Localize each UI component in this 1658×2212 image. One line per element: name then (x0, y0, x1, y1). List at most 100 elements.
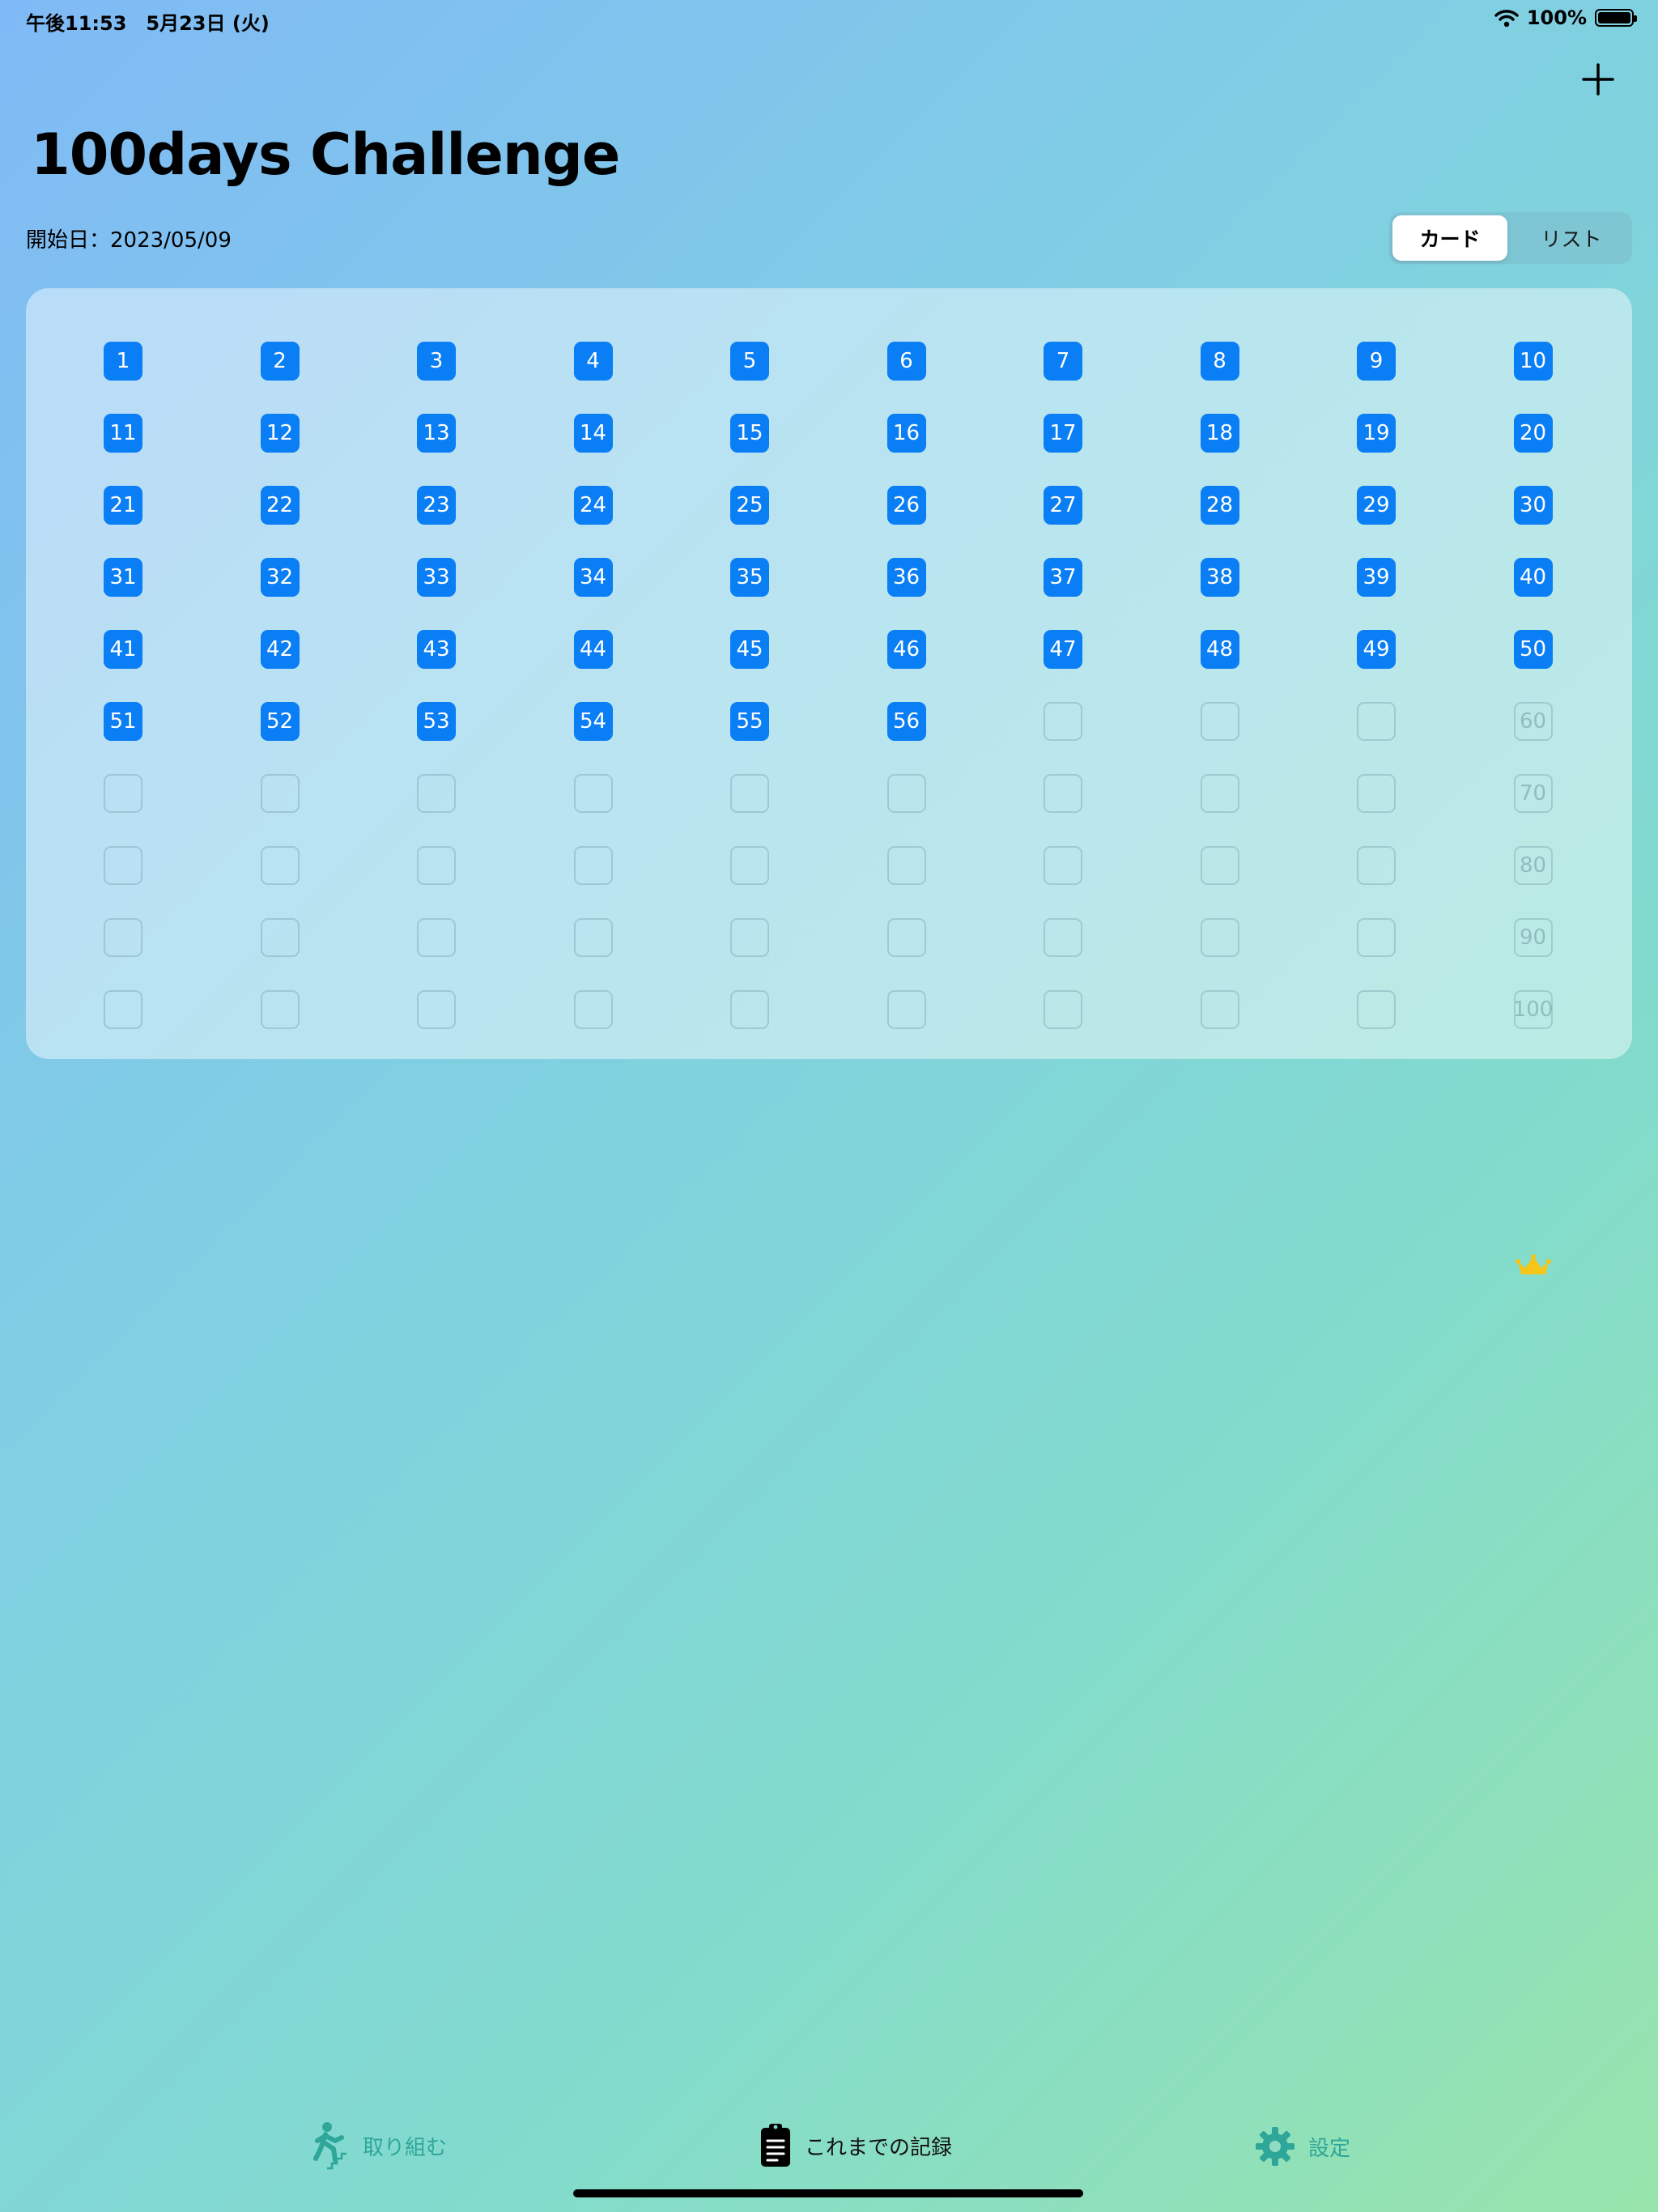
day-cell-completed[interactable]: 6 (886, 342, 926, 381)
day-cell-completed[interactable]: 48 (1200, 630, 1239, 669)
day-cell-pending[interactable]: 60 (1513, 702, 1553, 741)
day-cell-pending[interactable] (104, 774, 142, 813)
tab-settings[interactable]: 設定 (1255, 2126, 1350, 2167)
day-cell-completed[interactable]: 1 (104, 342, 142, 381)
day-cell-pending[interactable] (104, 918, 142, 957)
day-cell-completed[interactable]: 12 (260, 414, 300, 453)
day-cell-completed[interactable]: 27 (1044, 486, 1082, 525)
day-cell-pending[interactable] (1357, 702, 1396, 741)
day-cell-pending[interactable]: 80 (1513, 846, 1553, 885)
day-cell-completed[interactable]: 49 (1357, 630, 1396, 669)
day-cell-pending[interactable] (730, 774, 769, 813)
day-cell-pending[interactable] (886, 846, 926, 885)
day-cell-pending[interactable] (260, 774, 300, 813)
day-cell-completed[interactable]: 13 (417, 414, 456, 453)
day-cell-pending[interactable] (886, 918, 926, 957)
day-cell-completed[interactable]: 36 (886, 558, 926, 597)
day-cell-pending[interactable] (730, 846, 769, 885)
day-cell-completed[interactable]: 2 (260, 342, 300, 381)
tab-challenge[interactable]: 取り組む (311, 2121, 447, 2170)
day-cell-completed[interactable]: 40 (1513, 558, 1553, 597)
day-cell-completed[interactable]: 54 (573, 702, 613, 741)
day-cell-completed[interactable]: 51 (104, 702, 142, 741)
day-cell-pending[interactable]: 100 (1513, 990, 1553, 1029)
day-cell-pending[interactable] (260, 918, 300, 957)
day-cell-completed[interactable]: 17 (1044, 414, 1082, 453)
day-cell-completed[interactable]: 15 (730, 414, 769, 453)
day-cell-completed[interactable]: 22 (260, 486, 300, 525)
day-cell-completed[interactable]: 24 (573, 486, 613, 525)
day-cell-completed[interactable]: 42 (260, 630, 300, 669)
day-cell-completed[interactable]: 19 (1357, 414, 1396, 453)
day-cell-pending[interactable] (417, 774, 456, 813)
day-cell-pending[interactable] (260, 990, 300, 1029)
day-cell-pending[interactable] (1044, 774, 1082, 813)
day-cell-completed[interactable]: 32 (260, 558, 300, 597)
day-cell-pending[interactable] (886, 990, 926, 1029)
day-cell-pending[interactable] (417, 990, 456, 1029)
day-cell-pending[interactable] (1200, 702, 1239, 741)
day-cell-pending[interactable] (886, 774, 926, 813)
day-cell-pending[interactable] (1357, 990, 1396, 1029)
day-cell-pending[interactable] (1200, 774, 1239, 813)
day-cell-completed[interactable]: 39 (1357, 558, 1396, 597)
day-cell-pending[interactable] (573, 846, 613, 885)
day-cell-pending[interactable] (1357, 918, 1396, 957)
day-cell-completed[interactable]: 37 (1044, 558, 1082, 597)
day-cell-pending[interactable] (1044, 702, 1082, 741)
day-cell-pending[interactable] (1200, 918, 1239, 957)
day-cell-completed[interactable]: 52 (260, 702, 300, 741)
day-cell-pending[interactable] (1357, 774, 1396, 813)
day-cell-pending[interactable] (1044, 918, 1082, 957)
day-cell-completed[interactable]: 50 (1513, 630, 1553, 669)
day-cell-pending[interactable] (417, 918, 456, 957)
day-cell-pending[interactable] (417, 846, 456, 885)
day-cell-completed[interactable]: 14 (573, 414, 613, 453)
day-cell-pending[interactable] (730, 990, 769, 1029)
day-cell-completed[interactable]: 25 (730, 486, 769, 525)
segment-card[interactable]: カード (1392, 215, 1507, 261)
day-cell-pending[interactable] (573, 990, 613, 1029)
day-cell-completed[interactable]: 16 (886, 414, 926, 453)
day-cell-completed[interactable]: 35 (730, 558, 769, 597)
day-cell-pending[interactable] (1357, 846, 1396, 885)
day-cell-completed[interactable]: 7 (1044, 342, 1082, 381)
day-cell-completed[interactable]: 34 (573, 558, 613, 597)
add-button[interactable] (1577, 58, 1619, 100)
day-cell-completed[interactable]: 28 (1200, 486, 1239, 525)
day-cell-pending[interactable]: 70 (1513, 774, 1553, 813)
day-cell-pending[interactable] (1044, 990, 1082, 1029)
day-cell-pending[interactable] (730, 918, 769, 957)
day-cell-pending[interactable] (1200, 990, 1239, 1029)
day-cell-completed[interactable]: 30 (1513, 486, 1553, 525)
day-cell-pending[interactable]: 90 (1513, 918, 1553, 957)
day-cell-completed[interactable]: 31 (104, 558, 142, 597)
day-cell-completed[interactable]: 45 (730, 630, 769, 669)
day-cell-pending[interactable] (1200, 846, 1239, 885)
day-cell-completed[interactable]: 11 (104, 414, 142, 453)
day-cell-completed[interactable]: 26 (886, 486, 926, 525)
day-cell-completed[interactable]: 21 (104, 486, 142, 525)
day-cell-completed[interactable]: 5 (730, 342, 769, 381)
day-cell-pending[interactable] (573, 918, 613, 957)
day-cell-completed[interactable]: 18 (1200, 414, 1239, 453)
day-cell-completed[interactable]: 8 (1200, 342, 1239, 381)
day-cell-pending[interactable] (104, 990, 142, 1029)
day-cell-completed[interactable]: 20 (1513, 414, 1553, 453)
day-cell-completed[interactable]: 9 (1357, 342, 1396, 381)
day-cell-pending[interactable] (104, 846, 142, 885)
day-cell-completed[interactable]: 55 (730, 702, 769, 741)
day-cell-completed[interactable]: 29 (1357, 486, 1396, 525)
day-cell-pending[interactable] (573, 774, 613, 813)
segment-list[interactable]: リスト (1514, 215, 1629, 261)
day-cell-completed[interactable]: 38 (1200, 558, 1239, 597)
day-cell-pending[interactable] (260, 846, 300, 885)
day-cell-completed[interactable]: 33 (417, 558, 456, 597)
day-cell-completed[interactable]: 47 (1044, 630, 1082, 669)
tab-records[interactable]: これまでの記録 (759, 2123, 952, 2168)
day-cell-completed[interactable]: 44 (573, 630, 613, 669)
day-cell-completed[interactable]: 41 (104, 630, 142, 669)
day-cell-pending[interactable] (1044, 846, 1082, 885)
day-cell-completed[interactable]: 3 (417, 342, 456, 381)
day-cell-completed[interactable]: 23 (417, 486, 456, 525)
